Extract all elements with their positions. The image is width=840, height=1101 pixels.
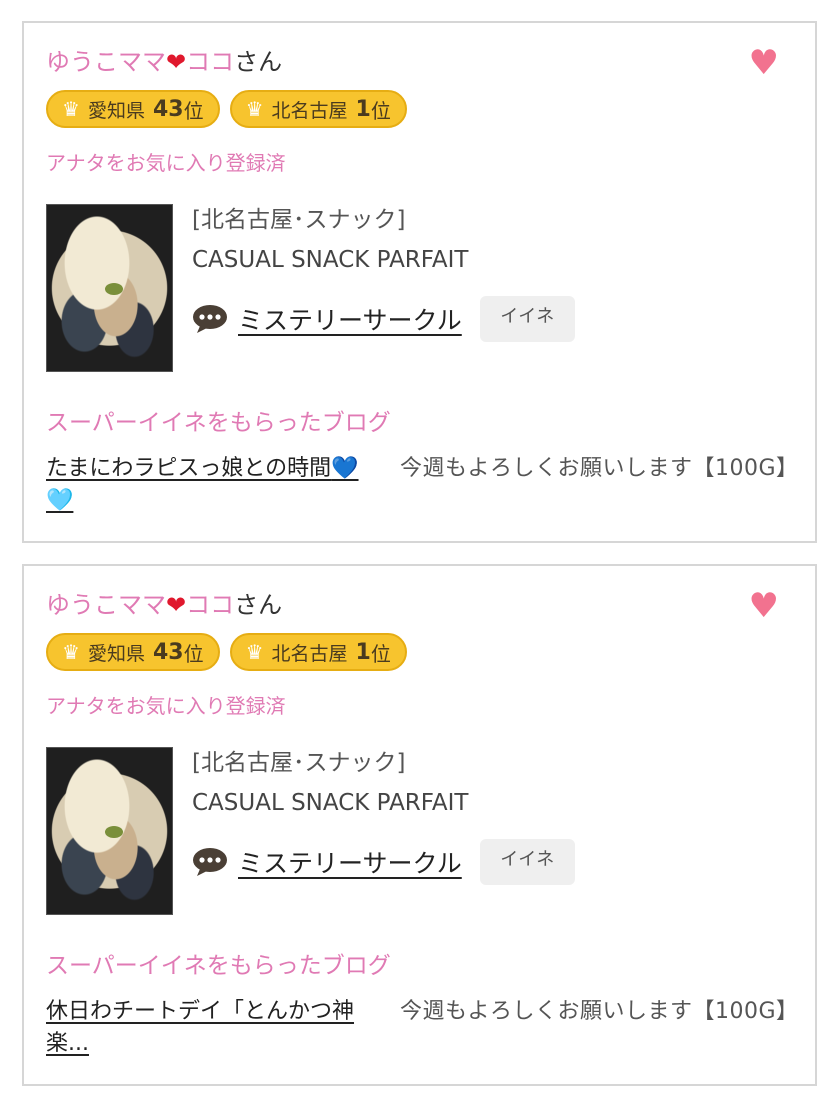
favorite-status: アナタをお気に入り登録済 [46, 151, 286, 175]
blog-comment: 今週もよろしくお願いします【100G】 [400, 456, 799, 481]
blog-comment: 今週もよろしくお願いします【100G】 [400, 999, 799, 1024]
rank-number: 43 [152, 639, 184, 665]
blog-section-title: スーパーイイネをもらったブログ [46, 953, 391, 979]
circle-link[interactable]: ミステリーサークル [238, 844, 462, 880]
chat-bubble-icon [193, 848, 227, 876]
cast-name-text: ゆうこママ [46, 591, 166, 619]
rank-unit: 位 [183, 641, 204, 666]
like-button[interactable]: イイネ [479, 839, 575, 885]
rank-badges: ♛ 愛知県 43 位 ♛ 北名古屋 1 位 [46, 90, 407, 128]
cast-name-text: ゆうこママ [46, 48, 166, 76]
rank-unit: 位 [370, 98, 391, 123]
rank-number: 1 [355, 96, 371, 122]
shop-name[interactable]: CASUAL SNACK PARFAIT [192, 245, 468, 275]
favorite-status: アナタをお気に入り登録済 [46, 694, 286, 718]
favorite-heart-icon[interactable]: ♥ [749, 45, 779, 81]
cast-thumbnail[interactable] [46, 204, 173, 372]
blog-section-title: スーパーイイネをもらったブログ [46, 410, 391, 436]
circle-row: ミステリーサークル イイネ [192, 296, 575, 342]
rank-badge-prefecture[interactable]: ♛ 愛知県 43 位 [46, 90, 220, 128]
crown-icon: ♛ [62, 97, 80, 121]
rank-number: 43 [152, 96, 184, 122]
honorific: さん [234, 48, 283, 76]
rank-area: 愛知県 [87, 99, 145, 122]
shop-name[interactable]: CASUAL SNACK PARFAIT [192, 788, 468, 818]
cast-name[interactable]: ゆうこママ❤ココさん [46, 47, 282, 77]
rank-badges: ♛ 愛知県 43 位 ♛ 北名古屋 1 位 [46, 633, 407, 671]
cast-name[interactable]: ゆうこママ❤ココさん [46, 590, 282, 620]
crown-icon: ♛ [245, 640, 264, 664]
shop-area: [北名古屋･スナック] [192, 750, 406, 776]
rank-number: 1 [355, 639, 371, 665]
blog-title: 休日わチートデイ「とんかつ神楽... [46, 999, 355, 1056]
rank-area: 北名古屋 [271, 99, 348, 122]
rank-badge-city[interactable]: ♛ 北名古屋 1 位 [229, 633, 407, 671]
rank-badge-prefecture[interactable]: ♛ 愛知県 43 位 [46, 633, 220, 671]
cast-card: ゆうこママ❤ココさん ♥ ♛ 愛知県 43 位 ♛ 北名古屋 1 位 アナタをお… [22, 21, 817, 543]
rank-area: 愛知県 [87, 642, 145, 665]
crown-icon: ♛ [62, 640, 80, 664]
shop-area: [北名古屋･スナック] [192, 207, 406, 233]
rank-area: 北名古屋 [271, 642, 348, 665]
blog-title: たまにわラピスっ娘との時間 [46, 456, 332, 481]
rank-unit: 位 [370, 641, 391, 666]
red-heart-icon: ❤ [166, 591, 187, 619]
honorific: さん [234, 591, 283, 619]
cast-name-suffix: ココ [186, 591, 235, 619]
red-heart-icon: ❤ [166, 48, 187, 76]
rank-badge-city[interactable]: ♛ 北名古屋 1 位 [229, 90, 407, 128]
blog-link[interactable]: 休日わチートデイ「とんかつ神楽... [46, 996, 381, 1060]
circle-link[interactable]: ミステリーサークル [238, 301, 462, 337]
chat-bubble-icon [193, 305, 227, 333]
crown-icon: ♛ [245, 97, 264, 121]
blog-link[interactable]: たまにわラピスっ娘との時間💙🩵 [46, 453, 381, 517]
rank-unit: 位 [183, 98, 204, 123]
cast-thumbnail[interactable] [46, 747, 173, 915]
circle-row: ミステリーサークル イイネ [192, 839, 575, 885]
favorite-heart-icon[interactable]: ♥ [749, 588, 779, 624]
cast-name-suffix: ココ [186, 48, 235, 76]
cast-card: ゆうこママ❤ココさん ♥ ♛ 愛知県 43 位 ♛ 北名古屋 1 位 アナタをお… [22, 564, 817, 1086]
like-button[interactable]: イイネ [479, 296, 575, 342]
